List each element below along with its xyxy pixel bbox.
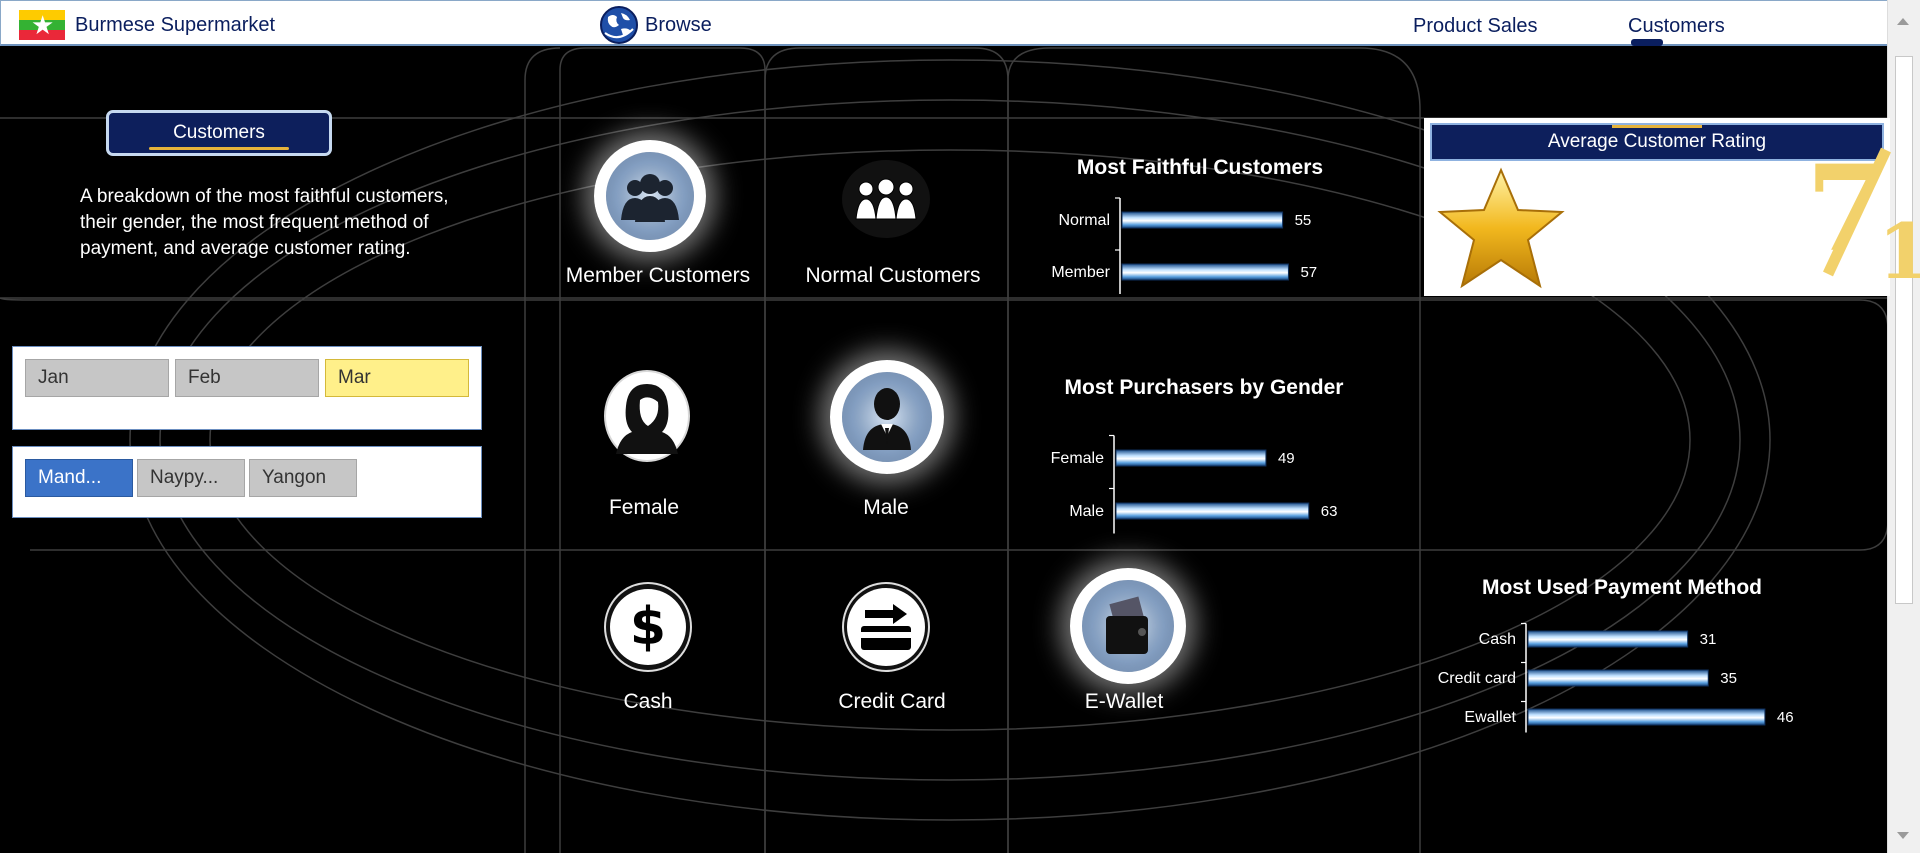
- male-icon: [830, 360, 944, 474]
- nav-customers[interactable]: Customers: [1628, 15, 1725, 38]
- chart-category-label: Cash: [1479, 631, 1516, 648]
- payment-method-chart: Cash 31 Credit card 35 Ewallet 46: [1438, 622, 1794, 733]
- cash-icon: $: [604, 582, 692, 672]
- active-tab-indicator: [1631, 39, 1663, 46]
- chart-category-label: Male: [1069, 503, 1104, 520]
- chart-category-label: Member: [1051, 264, 1110, 281]
- chart-bar: [1115, 449, 1267, 467]
- slicer-city-naypyitaw[interactable]: Naypy...: [137, 459, 245, 497]
- slicer-month-jan[interactable]: Jan: [25, 359, 169, 397]
- faithful-customers-chart-title: Most Faithful Customers: [1076, 156, 1324, 179]
- normal-customers-icon: [842, 160, 930, 238]
- chart-category-label: Credit card: [1438, 670, 1516, 687]
- slicer-month-mar[interactable]: Mar: [325, 359, 469, 397]
- cash-label: Cash: [623, 690, 673, 713]
- chart-category-label: Normal: [1058, 212, 1110, 229]
- average-rating-card: Average Customer Rating 7 10: [1424, 118, 1920, 296]
- brand[interactable]: ★ Burmese Supermarket: [19, 10, 275, 40]
- member-customers-icon: [594, 140, 706, 252]
- e-wallet-label: E-Wallet: [1084, 690, 1164, 713]
- city-slicer: Mand... Naypy... Yangon: [12, 446, 482, 518]
- myanmar-flag-icon: ★: [19, 10, 65, 40]
- chart-bar: [1527, 708, 1766, 726]
- female-icon: [604, 370, 690, 462]
- scroll-up-icon[interactable]: [1897, 18, 1909, 25]
- normal-customers-label: Normal Customers: [805, 264, 981, 287]
- faithful-customers-chart: Normal 55 Member 57: [1051, 197, 1317, 294]
- vertical-scrollbar[interactable]: [1887, 0, 1920, 853]
- customers-section-button[interactable]: Customers: [106, 110, 332, 156]
- browse-button[interactable]: Browse: [599, 5, 712, 45]
- top-navigation-bar: ★ Burmese Supermarket Browse Product Sal…: [0, 0, 1888, 46]
- chart-category-label: Ewallet: [1464, 709, 1516, 726]
- scrollbar-thumb[interactable]: [1895, 56, 1913, 604]
- chart-data-label: 55: [1295, 212, 1312, 229]
- chart-data-label: 35: [1720, 670, 1737, 687]
- section-title: Customers: [173, 122, 265, 143]
- rating-denominator: 10: [1878, 207, 1920, 296]
- month-slicer: Jan Feb Mar: [12, 346, 482, 430]
- average-rating-title-text: Average Customer Rating: [1547, 131, 1767, 152]
- credit-card-label: Credit Card: [838, 690, 946, 713]
- chart-bar: [1115, 502, 1310, 520]
- slicer-city-yangon[interactable]: Yangon: [249, 459, 357, 497]
- member-customers-label: Member Customers: [565, 264, 751, 287]
- slicer-month-feb[interactable]: Feb: [175, 359, 319, 397]
- chart-category-label: Female: [1051, 450, 1104, 467]
- payment-method-chart-title: Most Used Payment Method: [1481, 576, 1763, 599]
- chart-data-label: 31: [1700, 631, 1717, 648]
- brand-name: Burmese Supermarket: [75, 13, 276, 36]
- purchasers-by-gender-chart-title: Most Purchasers by Gender: [1064, 376, 1344, 399]
- star-icon: [1437, 167, 1565, 289]
- credit-card-icon: [842, 582, 930, 672]
- browse-label: Browse: [645, 13, 712, 36]
- chart-data-label: 63: [1321, 503, 1338, 520]
- male-label: Male: [863, 496, 909, 519]
- chart-data-label: 49: [1278, 450, 1295, 467]
- chart-bar: [1121, 263, 1289, 281]
- page-description: A breakdown of the most faithful custome…: [80, 186, 449, 259]
- chart-bar: [1527, 669, 1709, 687]
- slicer-city-mandalay[interactable]: Mand...: [25, 459, 133, 497]
- female-label: Female: [608, 496, 680, 519]
- chart-data-label: 46: [1777, 709, 1794, 726]
- chart-bar: [1121, 211, 1284, 229]
- chart-data-label: 57: [1300, 264, 1317, 281]
- chart-bar: [1527, 630, 1689, 648]
- nav-product-sales[interactable]: Product Sales: [1413, 15, 1538, 38]
- e-wallet-icon: [1070, 568, 1186, 684]
- scroll-down-icon[interactable]: [1897, 832, 1909, 839]
- globe-icon: [600, 6, 638, 44]
- purchasers-by-gender-chart: Female 49 Male 63: [1051, 434, 1338, 534]
